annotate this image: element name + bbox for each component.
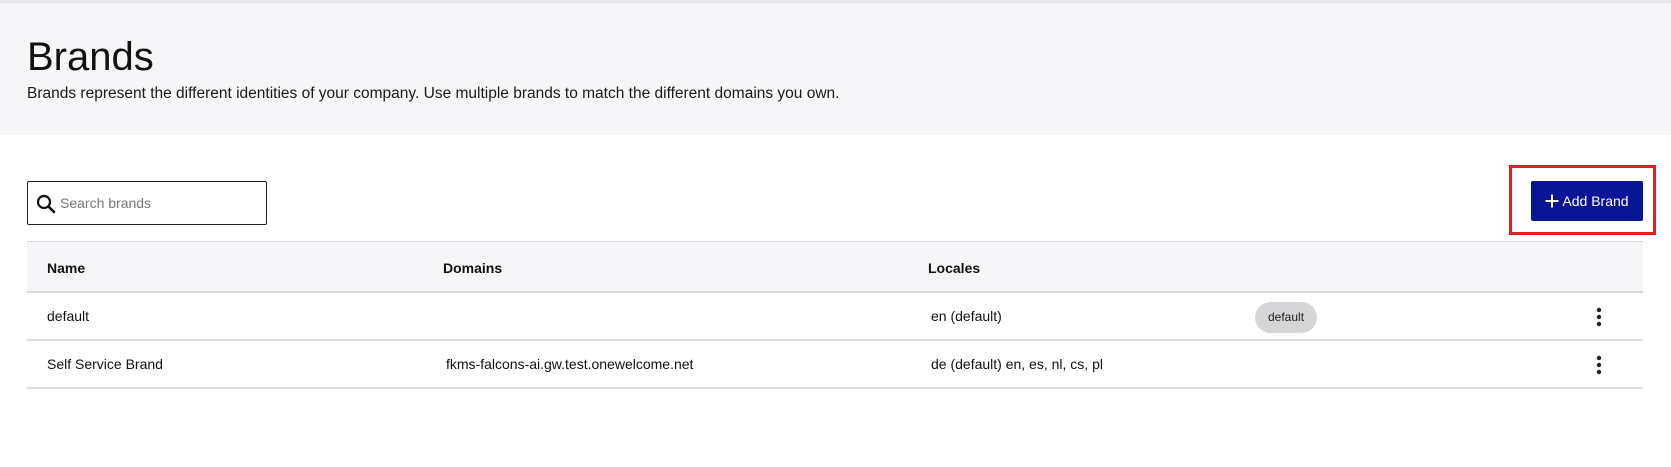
column-header-name[interactable]: Name	[47, 260, 85, 276]
add-brand-label: Add Brand	[1562, 193, 1629, 209]
brand-locales: en (default)	[931, 308, 1002, 324]
brands-table: Name Domains Locales default en (default…	[27, 241, 1643, 389]
more-vertical-icon[interactable]	[1594, 355, 1604, 375]
brand-name: Self Service Brand	[47, 356, 163, 372]
search-box[interactable]	[27, 181, 267, 225]
table-row[interactable]: default en (default) default	[27, 293, 1643, 341]
table-header: Name Domains Locales	[27, 241, 1643, 293]
brand-locales: de (default) en, es, nl, cs, pl	[931, 356, 1103, 372]
add-brand-button[interactable]: Add Brand	[1531, 181, 1643, 221]
search-icon	[35, 193, 57, 215]
brand-domains: fkms-falcons-ai.gw.test.onewelcome.net	[446, 356, 694, 372]
table-row[interactable]: Self Service Brand fkms-falcons-ai.gw.te…	[27, 341, 1643, 389]
brand-name: default	[47, 308, 90, 324]
page-description: Brands represent the different identitie…	[27, 85, 840, 102]
page-title: Brands	[27, 35, 154, 79]
plus-icon	[1545, 194, 1559, 208]
page-header: Brands Brands represent the different id…	[0, 0, 1671, 135]
default-badge: default	[1255, 302, 1318, 333]
column-header-domains[interactable]: Domains	[443, 260, 502, 276]
search-input[interactable]	[60, 183, 260, 223]
column-header-locales[interactable]: Locales	[928, 260, 980, 276]
more-vertical-icon[interactable]	[1594, 307, 1604, 327]
